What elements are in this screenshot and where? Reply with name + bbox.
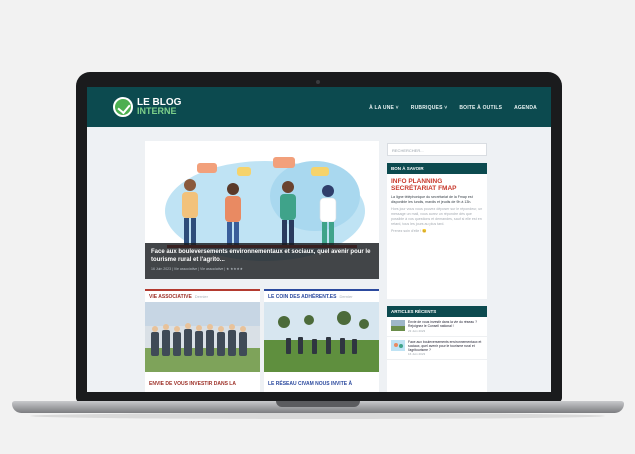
article-title[interactable]: Face aux bouleversements environnementau…: [408, 340, 483, 353]
card-title[interactable]: LE RÉSEAU CIVAM NOUS INVITE À: [264, 377, 379, 391]
site-header: LE BLOG INTERNE À LA UNE ˅ RUBRIQUES ˅ B…: [87, 87, 551, 127]
bon-a-savoir-panel: BON À SAVOIR INFO PLANNING SECRÉTARIAT F…: [387, 163, 487, 299]
article-thumbnail: [391, 339, 405, 351]
panel-heading: ARTICLES RÉCENTS: [387, 306, 487, 317]
field-photo: [264, 302, 379, 372]
info-footer: Prenez soin d'elle ! 😊: [391, 229, 427, 233]
article-title[interactable]: Envie de vous investir dans la vie du ré…: [408, 320, 483, 329]
panel-heading: BON À SAVOIR: [387, 163, 487, 174]
nav-a-la-une[interactable]: À LA UNE ˅: [369, 105, 399, 111]
main-nav: À LA UNE ˅ RUBRIQUES ˅ BOITE À OUTILS AG…: [369, 105, 537, 111]
camera-icon: [316, 80, 320, 84]
laptop-notch: [276, 401, 360, 407]
nav-agenda[interactable]: AGENDA: [514, 105, 537, 111]
featured-article[interactable]: Face aux bouleversements environnementau…: [145, 141, 379, 279]
article-date: 16 Juin 2023: [408, 352, 426, 357]
laptop-screen: LE BLOG INTERNE À LA UNE ˅ RUBRIQUES ˅ B…: [87, 87, 551, 392]
card-category[interactable]: VIE ASSOCIATIVE: [149, 294, 192, 300]
card-sub: Dernier: [339, 294, 353, 299]
card-header: LE COIN DES ADHÉRENT.ES Dernier: [264, 289, 379, 302]
featured-meta: 16 Juin 2023 | Vie associative | Vie ass…: [151, 267, 243, 271]
site-logo[interactable]: LE BLOG INTERNE: [113, 97, 181, 117]
laptop-shadow: [30, 413, 605, 419]
logo-leaf-icon: [113, 97, 133, 117]
article-thumbnail: [391, 320, 405, 331]
info-title[interactable]: INFO PLANNING SECRÉTARIAT FMAP: [387, 174, 487, 194]
featured-caption: Face aux bouleversements environnementau…: [145, 243, 379, 279]
featured-title[interactable]: Face aux bouleversements environnementau…: [151, 248, 373, 264]
category-card-coin-adherents[interactable]: LE COIN DES ADHÉRENT.ES Dernier LE RÉSEA…: [264, 289, 379, 392]
logo-subtitle: INTERNE: [137, 106, 177, 116]
nav-boite-a-outils[interactable]: BOITE À OUTILS: [459, 105, 502, 111]
recent-article[interactable]: Face aux bouleversements environnementau…: [387, 337, 487, 361]
search-input[interactable]: RECHERCHER...: [387, 143, 487, 156]
article-date: 23 Juin 2023: [408, 328, 426, 333]
category-card-vie-associative[interactable]: VIE ASSOCIATIVE Dernier ENVIE DE VOUS IN…: [145, 289, 260, 392]
recent-article[interactable]: Envie de vous investir dans la vie du ré…: [387, 317, 487, 337]
info-faded-text: Hors jour vous vous pouvez déposer sur l…: [391, 207, 483, 226]
card-title[interactable]: ENVIE DE VOUS INVESTIR DANS LA: [145, 377, 260, 391]
group-photo: [145, 302, 260, 372]
card-header: VIE ASSOCIATIVE Dernier: [145, 289, 260, 302]
card-sub: Dernier: [194, 294, 208, 299]
info-body: La ligne téléphonique du secrétariat de …: [391, 195, 473, 204]
card-category[interactable]: LE COIN DES ADHÉRENT.ES: [268, 294, 336, 300]
recent-articles-panel: ARTICLES RÉCENTS Envie de vous investir …: [387, 306, 487, 392]
nav-rubriques[interactable]: RUBRIQUES ˅: [411, 105, 448, 111]
